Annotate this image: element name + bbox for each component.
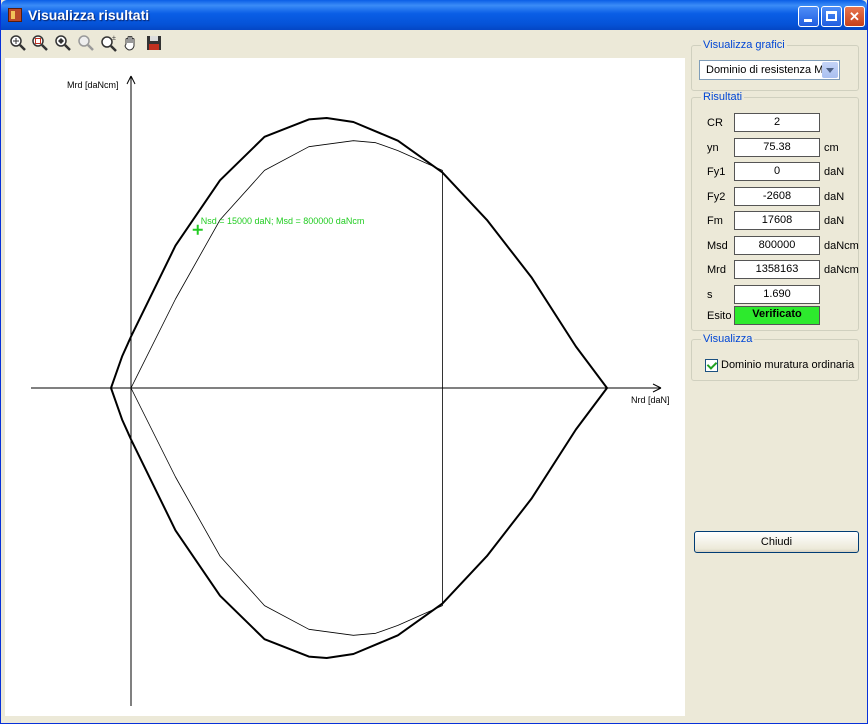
esito-status-badge: Verificato <box>734 306 820 325</box>
zoom-window-icon[interactable] <box>31 34 49 52</box>
result-value-s: 1.690 <box>734 284 820 304</box>
result-value-fy2: -2608 <box>734 186 820 206</box>
result-unit-mrd: daNcm <box>824 264 859 276</box>
result-label-fy1: Fy1 <box>707 166 726 178</box>
result-value-fy1: 0 <box>734 162 820 181</box>
graphs-group: Visualizza grafici Dominio di resistenza… <box>691 39 859 91</box>
save-icon[interactable] <box>145 34 163 52</box>
design-point-marker <box>192 224 203 235</box>
results-group-title: Risultati <box>701 91 745 103</box>
close-window-button[interactable]: ✕ <box>844 6 865 27</box>
graphs-group-title: Visualizza grafici <box>701 39 787 51</box>
close-icon: ✕ <box>849 9 860 24</box>
zoom-extents-icon[interactable] <box>54 34 72 52</box>
maximize-button[interactable] <box>821 6 842 27</box>
zoom-in-icon[interactable] <box>9 34 27 52</box>
pan-hand-icon[interactable] <box>122 34 140 52</box>
right-panel: Visualizza grafici Dominio di resistenza… <box>691 31 865 721</box>
minimize-button[interactable] <box>798 6 819 27</box>
result-value-cr: 2 <box>734 113 820 132</box>
md-domain-chart: Nrd [daN] Mrd [daNcm] Nsd = 15000 daN; M… <box>31 75 670 706</box>
chart-annotation: Nsd = 15000 daN; Msd = 800000 daNcm <box>192 216 365 235</box>
ordinary-masonry-checkbox-label: Dominio muratura ordinaria <box>721 359 855 371</box>
close-button[interactable]: Chiudi <box>694 531 859 553</box>
design-point-label: Nsd = 15000 daN; Msd = 800000 daNcm <box>201 216 365 226</box>
result-value-fm: 17608 <box>734 211 820 230</box>
y-axis-label: Mrd [daNcm] <box>67 80 119 90</box>
result-label-msd: Msd <box>707 239 728 252</box>
result-value-mrd: 1358163 <box>734 260 820 279</box>
esito-label: Esito <box>707 310 732 322</box>
result-unit-fy1: daN <box>824 166 845 178</box>
chart-axes <box>31 75 662 706</box>
zoom-realtime-icon[interactable]: ± <box>100 34 118 52</box>
result-label-fy2: Fy2 <box>707 190 726 203</box>
app-icon[interactable] <box>8 8 22 22</box>
x-axis-arrow <box>652 387 662 393</box>
result-label-s: s <box>707 288 713 301</box>
y-axis-arrow <box>130 75 136 85</box>
result-label-yn: yn <box>707 141 719 154</box>
x-axis-label: Nrd [daN] <box>631 395 670 405</box>
graph-type-value: Dominio di resistenza M-N <box>706 64 835 76</box>
svg-text:±: ± <box>112 35 116 42</box>
chevron-down-icon[interactable] <box>822 62 838 78</box>
results-group: Risultati CR 2 yn 75.38 cm Fy1 0 daN Fy2 -2608 daN… <box>691 91 859 331</box>
result-unit-yn: cm <box>824 141 839 154</box>
result-unit-msd: daNcm <box>824 239 859 252</box>
result-value-msd: 800000 <box>734 235 820 255</box>
result-label-fm: Fm <box>707 215 723 227</box>
result-label-mrd: Mrd <box>707 264 726 276</box>
view-group: Visualizza Dominio muratura ordinaria <box>691 333 859 381</box>
graph-toolbar: ± <box>5 31 685 58</box>
result-label-cr: CR <box>707 117 723 129</box>
maximize-icon <box>826 11 837 21</box>
minimize-icon <box>804 19 812 22</box>
y-axis-arrow <box>126 75 132 85</box>
chart-area[interactable]: Nrd [daN] Mrd [daNcm] Nsd = 15000 daN; M… <box>5 58 685 716</box>
graph-type-select[interactable]: Dominio di resistenza M-N <box>699 60 840 80</box>
window-title: Visualizza risultati <box>28 7 150 23</box>
ordinary-masonry-checkbox[interactable] <box>705 359 718 372</box>
result-unit-fy2: daN <box>824 190 845 203</box>
title-bar[interactable]: Visualizza risultati ✕ <box>1 0 867 30</box>
x-axis-arrow <box>652 383 662 389</box>
result-unit-fm: daN <box>824 215 845 227</box>
result-value-yn: 75.38 <box>734 137 820 157</box>
zoom-previous-icon[interactable] <box>77 34 95 52</box>
view-group-title: Visualizza <box>701 333 755 345</box>
results-window: Visualizza risultati ✕ ± Nrd [daN] Mrd [… <box>0 0 868 724</box>
